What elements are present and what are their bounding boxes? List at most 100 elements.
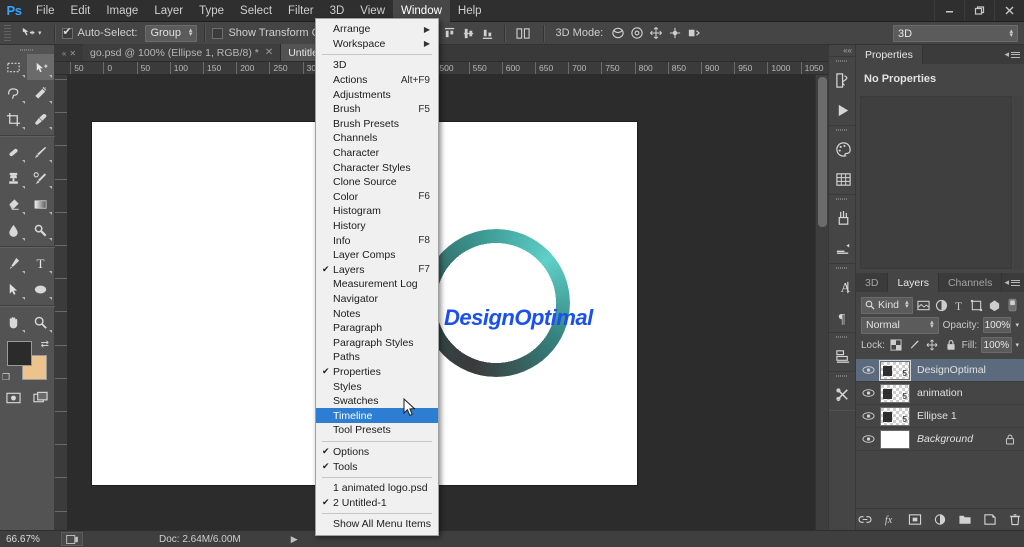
paragraph-panel-icon[interactable]: ¶	[829, 302, 857, 332]
lock-all-icon[interactable]	[943, 337, 957, 354]
path-selection-tool-button[interactable]	[0, 276, 27, 302]
opacity-input[interactable]: 100%	[983, 317, 1012, 333]
document-tab-1[interactable]: go.psd @ 100% (Ellipse 1, RGB/8) * ✕	[83, 44, 282, 61]
scale-3d-object-button[interactable]	[684, 24, 703, 42]
canvas-scrollbar-thumb[interactable]	[818, 77, 827, 227]
layer-thumbnail[interactable]: 5	[880, 383, 910, 403]
menu-item-navigator[interactable]: Navigator	[316, 292, 438, 307]
menu-item-layer-comps[interactable]: Layer Comps	[316, 248, 438, 263]
color-panel-icon[interactable]	[829, 134, 857, 164]
dodge-tool-button[interactable]	[27, 217, 54, 243]
add-layer-style-icon[interactable]: fx	[883, 513, 897, 526]
layer-name[interactable]: animation	[917, 387, 963, 399]
menu-item-2-untitled-1[interactable]: ✔ 2 Untitled-1	[316, 495, 438, 510]
clone-stamp-tool-button[interactable]	[0, 165, 27, 191]
layer-comps-panel-icon[interactable]	[829, 341, 857, 371]
screen-mode-button[interactable]	[27, 385, 54, 411]
layer-filter-kind-dropdown[interactable]: Kind ▴ ▾	[861, 296, 913, 314]
zoom-level-input[interactable]: 66.67%	[3, 532, 55, 546]
collapse-icon[interactable]: «	[62, 49, 66, 58]
options-bar-grip[interactable]	[4, 25, 11, 41]
tool-preset-caret[interactable]: ▾	[38, 29, 42, 37]
rectangular-marquee-tool-button[interactable]	[0, 54, 27, 80]
align-vertical-centers-button[interactable]	[459, 24, 478, 42]
layer-row[interactable]: 5 DesignOptimal	[856, 359, 1024, 382]
dock-expand-icon[interactable]: ««	[829, 45, 855, 56]
new-layer-icon[interactable]	[983, 513, 997, 526]
menu-item-1-animated-logo-psd[interactable]: 1 animated logo.psd	[316, 481, 438, 496]
dock-group-5-grip[interactable]	[829, 333, 855, 341]
add-layer-mask-icon[interactable]	[908, 513, 922, 526]
menu-item-show-all-menu-items[interactable]: Show All Menu Items	[316, 517, 438, 532]
menu-item-character[interactable]: Character	[316, 146, 438, 161]
lock-image-pixels-icon[interactable]	[907, 337, 921, 354]
properties-panel-menu-icon[interactable]: ◂	[1004, 49, 1020, 60]
layer-thumbnail[interactable]: 5	[879, 359, 911, 381]
menu-item-brush-presets[interactable]: Brush Presets	[316, 117, 438, 132]
lock-position-icon[interactable]	[925, 337, 939, 354]
menu-item-paragraph[interactable]: Paragraph	[316, 321, 438, 336]
layer-row[interactable]: 5 animation	[856, 382, 1024, 405]
filter-type-layers-icon[interactable]: T	[952, 297, 966, 314]
menu-file[interactable]: File	[28, 0, 63, 22]
menu-item-actions[interactable]: Actions Alt+F9	[316, 73, 438, 88]
filter-pixel-layers-icon[interactable]	[917, 297, 931, 314]
crop-tool-button[interactable]	[0, 106, 27, 132]
tool-presets-panel-icon[interactable]	[829, 380, 857, 410]
fill-input[interactable]: 100%	[981, 337, 1012, 353]
menu-item-history[interactable]: History	[316, 219, 438, 234]
auto-select-scope-dropdown[interactable]: Group ▴ ▾	[145, 24, 198, 42]
roll-3d-object-button[interactable]	[627, 24, 646, 42]
menu-item-character-styles[interactable]: Character Styles	[316, 160, 438, 175]
actions-panel-icon[interactable]	[829, 95, 857, 125]
menu-item-properties[interactable]: ✔ Properties	[316, 365, 438, 380]
new-adjustment-layer-icon[interactable]	[933, 513, 947, 526]
tabbar-close-icon[interactable]: ✕	[69, 49, 76, 58]
close-button[interactable]	[994, 0, 1024, 21]
brush-presets-panel-icon[interactable]	[829, 233, 857, 263]
horizontal-ruler[interactable]: 0500501001502002503003504004505005506006…	[55, 62, 828, 75]
eyedropper-tool-button[interactable]	[27, 106, 54, 132]
swap-colors-icon[interactable]: ⇄	[41, 339, 49, 350]
menu-item-options[interactable]: ✔ Options	[316, 445, 438, 460]
zoom-tool-button[interactable]	[27, 309, 54, 335]
menu-item-workspace[interactable]: Workspace ▶	[316, 37, 438, 52]
menu-item-tool-presets[interactable]: Tool Presets	[316, 423, 438, 438]
menu-help[interactable]: Help	[450, 0, 490, 22]
menu-item-brush[interactable]: Brush F5	[316, 102, 438, 117]
filter-adjustment-layers-icon[interactable]	[934, 297, 948, 314]
gradient-tool-button[interactable]	[27, 191, 54, 217]
layer-row[interactable]: Background	[856, 428, 1024, 451]
menu-item-layers[interactable]: ✔ Layers F7	[316, 263, 438, 278]
brush-tool-button[interactable]	[27, 139, 54, 165]
layer-name[interactable]: Ellipse 1	[917, 410, 957, 422]
spot-healing-brush-tool-button[interactable]	[0, 139, 27, 165]
quick-mask-button[interactable]	[0, 385, 27, 411]
workspace-switcher[interactable]: 3D ▴ ▾	[893, 25, 1018, 42]
new-group-icon[interactable]	[958, 513, 972, 526]
menu-item-arrange[interactable]: Arrange ▶	[316, 22, 438, 37]
menu-item-timeline[interactable]: Timeline	[316, 408, 438, 424]
dock-group-4-grip[interactable]	[829, 264, 855, 272]
layer-visibility-eye-icon[interactable]	[856, 365, 880, 375]
current-tool-preview[interactable]: ▾	[15, 26, 47, 41]
history-brush-tool-button[interactable]	[27, 165, 54, 191]
link-layers-icon[interactable]	[858, 513, 872, 526]
layer-visibility-eye-icon[interactable]	[856, 388, 880, 398]
opacity-dropdown-caret-icon[interactable]: ▾	[1015, 321, 1019, 329]
layer-visibility-eye-icon[interactable]	[856, 411, 880, 421]
menu-item-histogram[interactable]: Histogram	[316, 204, 438, 219]
menu-item-measurement-log[interactable]: Measurement Log	[316, 277, 438, 292]
document-tab-1-close-icon[interactable]: ✕	[265, 47, 273, 58]
auto-select-checkbox[interactable]	[61, 25, 73, 39]
blend-mode-dropdown[interactable]: Normal ▴ ▾	[861, 316, 939, 334]
dock-group-2-grip[interactable]	[829, 126, 855, 134]
status-preview-icon[interactable]	[61, 532, 83, 546]
window-menu-dropdown[interactable]: Arrange ▶ Workspace ▶ 3D Actions Alt+F9 Adjustm…	[315, 18, 439, 536]
canvas-vertical-scrollbar[interactable]	[815, 75, 828, 530]
swatches-panel-icon[interactable]	[829, 164, 857, 194]
layers-panel-menu-icon[interactable]: ◂	[1004, 277, 1020, 288]
layer-filter-toggle-switch[interactable]	[1005, 297, 1019, 314]
menu-item-paragraph-styles[interactable]: Paragraph Styles	[316, 335, 438, 350]
layer-name[interactable]: DesignOptimal	[917, 364, 986, 376]
